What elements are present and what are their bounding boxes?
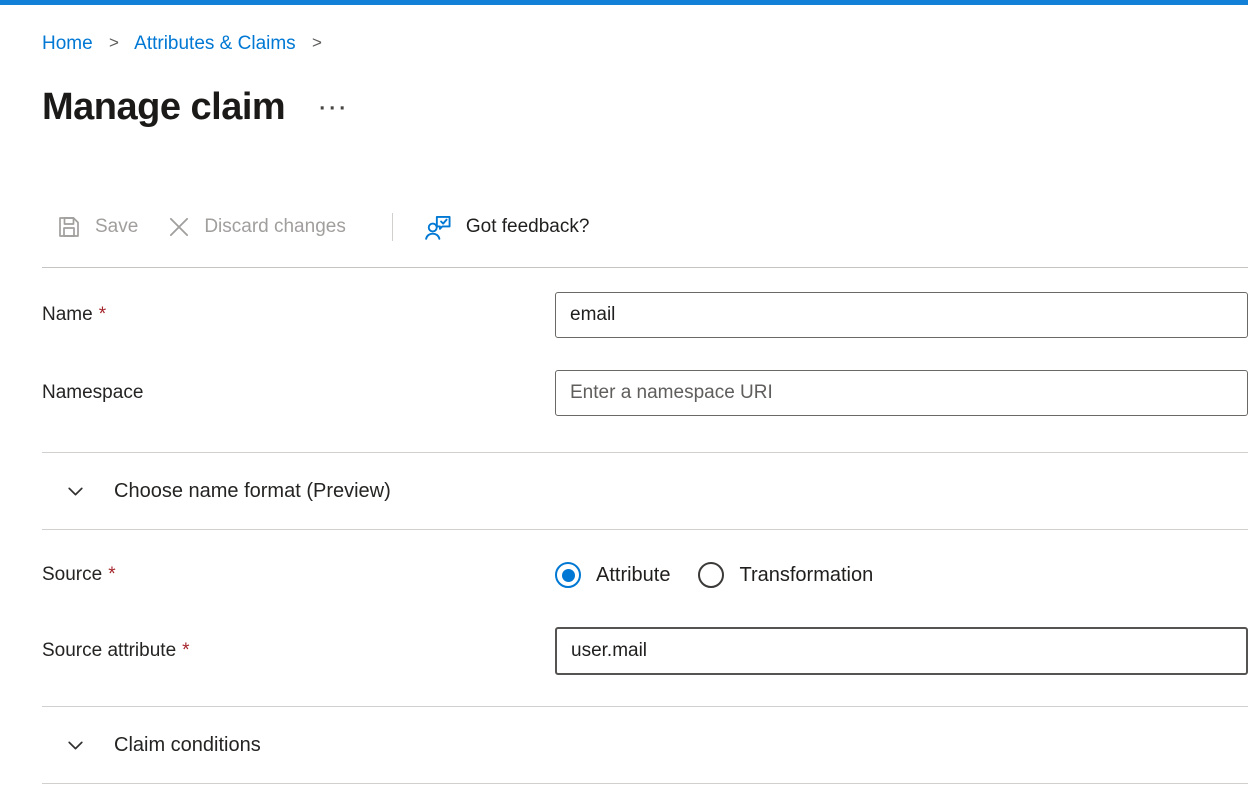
claim-conditions-section-toggle[interactable]: Claim conditions [42, 707, 1248, 783]
page-title: Manage claim [42, 85, 285, 129]
discard-changes-label: Discard changes [204, 216, 346, 238]
source-attribute-label-text: Source attribute [42, 640, 176, 661]
source-attribute-field-row: Source attribute * [42, 627, 1248, 675]
radio-button-attribute[interactable] [555, 562, 581, 588]
namespace-label: Namespace [42, 382, 555, 404]
breadcrumb: Home > Attributes & Claims > [42, 31, 1248, 57]
save-icon [55, 213, 83, 241]
namespace-label-text: Namespace [42, 382, 143, 403]
namespace-input[interactable] [555, 370, 1248, 416]
radio-label-transformation[interactable]: Transformation [739, 564, 873, 587]
radio-option-attribute[interactable]: Attribute [555, 562, 670, 588]
command-bar: Save Discard changes Got feedback? [42, 203, 1248, 251]
source-label: Source * [42, 564, 555, 586]
radio-label-attribute[interactable]: Attribute [596, 564, 670, 587]
claim-conditions-label: Claim conditions [114, 734, 261, 757]
breadcrumb-link-home[interactable]: Home [42, 33, 93, 54]
got-feedback-label: Got feedback? [466, 216, 590, 238]
choose-name-format-section-toggle[interactable]: Choose name format (Preview) [42, 453, 1248, 529]
source-attribute-input[interactable] [555, 627, 1248, 675]
feedback-icon [423, 212, 454, 243]
radio-option-transformation[interactable]: Transformation [698, 562, 873, 588]
source-attribute-label: Source attribute * [42, 640, 555, 662]
source-label-text: Source [42, 564, 102, 585]
section-divider [42, 529, 1248, 530]
chevron-down-icon [65, 481, 86, 502]
name-label-text: Name [42, 304, 93, 325]
toolbar-bottom-divider [42, 267, 1248, 268]
choose-name-format-label: Choose name format (Preview) [114, 480, 391, 503]
dismiss-icon [166, 214, 192, 240]
namespace-field-row: Namespace [42, 370, 1248, 416]
name-field-row: Name * [42, 292, 1248, 338]
discard-changes-button[interactable]: Discard changes [166, 214, 346, 240]
radio-button-transformation[interactable] [698, 562, 724, 588]
save-button-label: Save [95, 216, 138, 238]
name-input[interactable] [555, 292, 1248, 338]
chevron-down-icon [65, 735, 86, 756]
section-divider [42, 783, 1248, 784]
source-field-row: Source * Attribute Transformation [42, 560, 1248, 590]
got-feedback-button[interactable]: Got feedback? [423, 212, 590, 243]
required-marker: * [99, 304, 106, 325]
manage-claim-page: Home > Attributes & Claims > Manage clai… [0, 31, 1248, 784]
name-label: Name * [42, 304, 555, 326]
required-marker: * [182, 640, 189, 661]
more-icon[interactable]: ··· [319, 104, 349, 114]
source-radio-group: Attribute Transformation [555, 562, 873, 588]
breadcrumb-separator: > [109, 33, 119, 52]
breadcrumb-separator: > [312, 33, 322, 52]
toolbar-divider [392, 213, 393, 241]
required-marker: * [108, 564, 115, 585]
breadcrumb-link-attributes-claims[interactable]: Attributes & Claims [134, 33, 296, 54]
top-accent-bar [0, 0, 1248, 5]
page-header: Manage claim ··· [42, 85, 1248, 129]
save-button[interactable]: Save [55, 213, 138, 241]
